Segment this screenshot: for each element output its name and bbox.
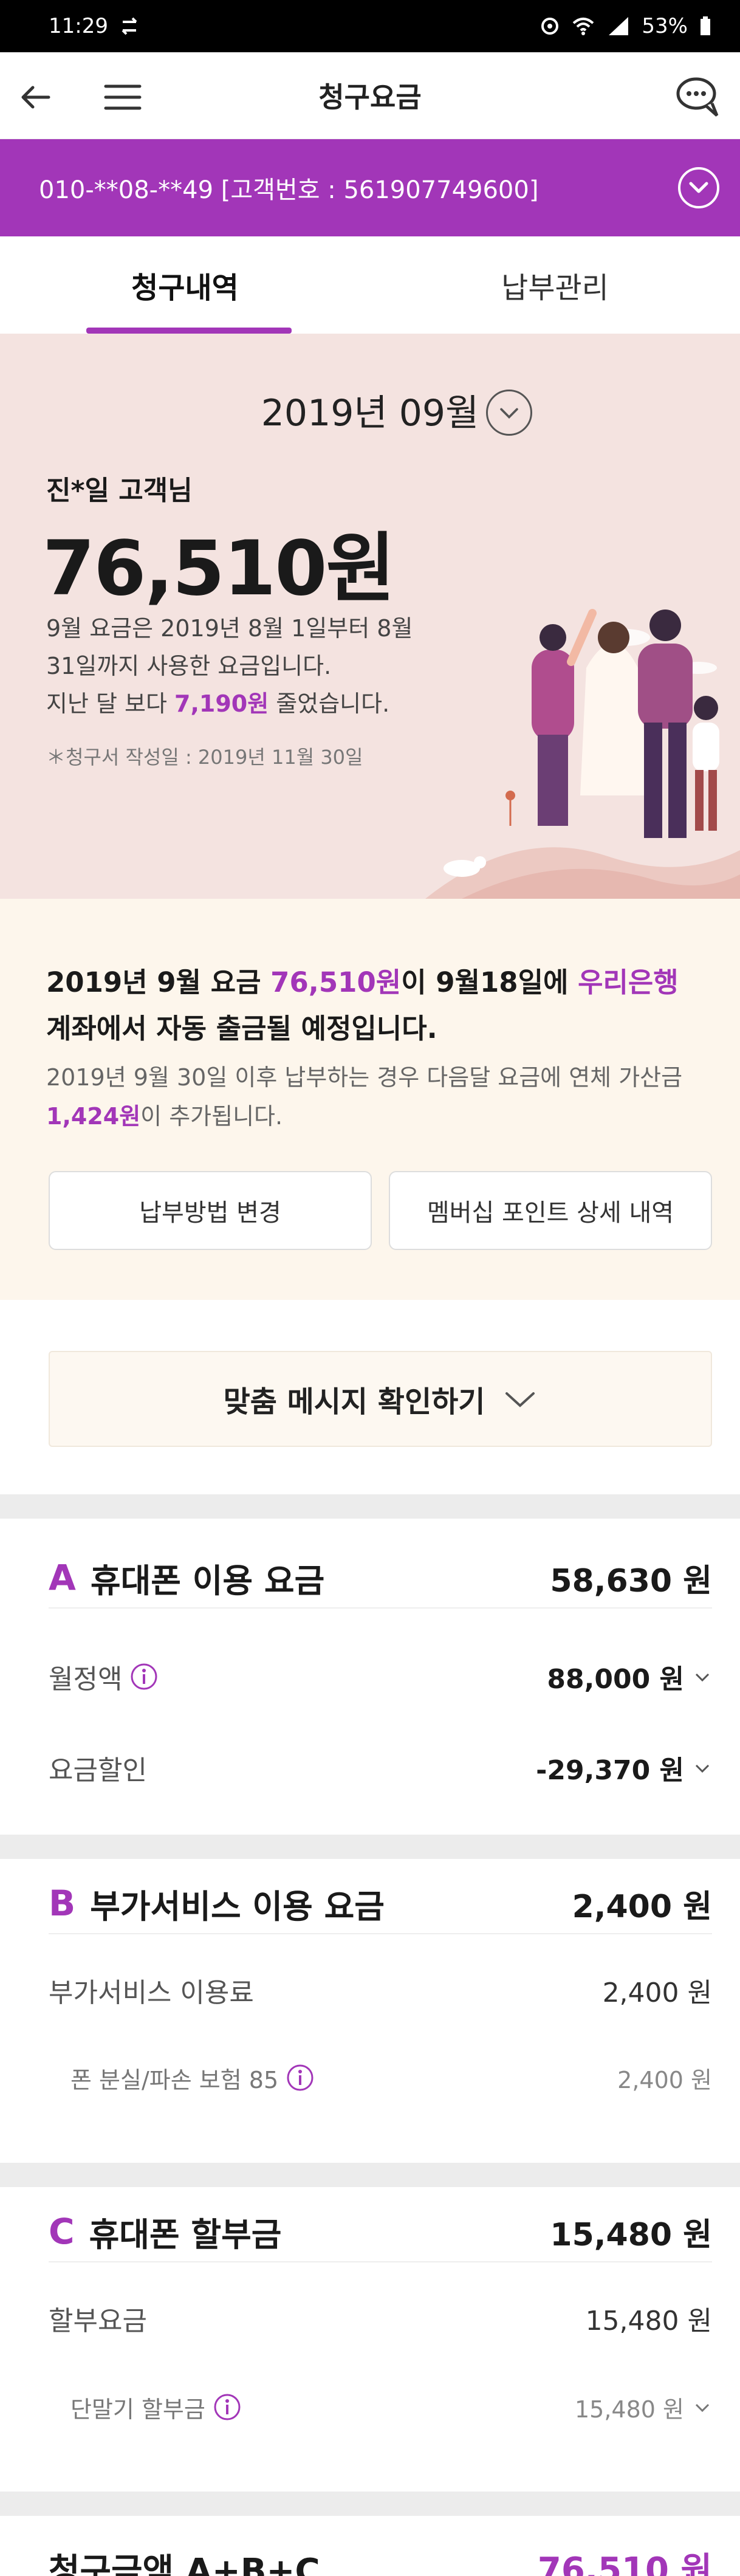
info-icon[interactable] bbox=[213, 2392, 242, 2422]
monthly-fee-row[interactable]: 월정액 88,000 원 bbox=[49, 1652, 712, 1701]
customer-name: 진*일 고객님 bbox=[46, 475, 193, 506]
chevron-down-icon bbox=[505, 1392, 535, 1407]
device-installment-value: 15,480 원 bbox=[574, 2396, 684, 2423]
custom-message-button[interactable]: 맞춤 메시지 확인하기 bbox=[49, 1351, 712, 1447]
chevron-down-icon bbox=[695, 2403, 710, 2413]
chevron-down-icon bbox=[689, 182, 708, 193]
hamburger-menu-icon[interactable] bbox=[103, 83, 142, 112]
bill-amount: 76,510원 bbox=[43, 525, 396, 613]
autopay-message: 2019년 9월 요금 76,510원이 9월18일에 우리은행계좌에서 자동 … bbox=[46, 960, 714, 1052]
phone-select-toggle[interactable] bbox=[678, 167, 719, 208]
battery-icon bbox=[701, 16, 710, 35]
change-payment-method-button[interactable]: 납부방법 변경 bbox=[49, 1171, 372, 1250]
insurance-value: 2,400 원 bbox=[617, 2066, 712, 2093]
insurance-row: 폰 분실/파손 보험 85 2,400 원 bbox=[49, 2053, 712, 2102]
late-fee-message: 2019년 9월 30일 이후 납부하는 경우 다음달 요금에 연체 가산금 1… bbox=[46, 1058, 714, 1136]
section-c-installments: C 휴대폰 할부금 15,480 원 할부요금 15,480 원 단말기 할부금 … bbox=[0, 2187, 740, 2491]
page-title: 청구요금 bbox=[318, 81, 422, 114]
bill-desc-line-2: 31일까지 사용한 요금입니다. bbox=[46, 653, 332, 679]
section-a-header: A 휴대폰 이용 요금 58,630 원 bbox=[49, 1548, 712, 1609]
bill-month[interactable]: 2019년 09월 bbox=[0, 383, 740, 436]
notice-text-1: 2019년 9월 요금 bbox=[46, 966, 271, 998]
monthly-fee-value: 88,000 원 bbox=[547, 1664, 684, 1695]
monthly-fee-label: 월정액 bbox=[49, 1664, 123, 1695]
bill-description: 9월 요금은 2019년 8월 1일부터 8월 31일까지 사용한 요금입니다.… bbox=[46, 610, 465, 723]
tab-payment-management[interactable]: 납부관리 bbox=[370, 236, 740, 334]
battery-percent: 53% bbox=[642, 14, 688, 38]
section-c-header: C 휴대폰 할부금 15,480 원 bbox=[49, 2202, 712, 2262]
section-divider bbox=[0, 1494, 740, 1519]
wifi-icon bbox=[573, 18, 594, 35]
installment-fee-row: 할부요금 15,480 원 bbox=[49, 2294, 712, 2343]
chevron-down-icon bbox=[695, 1764, 710, 1773]
addon-fee-row: 부가서비스 이용료 2,400 원 bbox=[49, 1966, 712, 2014]
late-fee-text-1: 2019년 9월 30일 이후 납부하는 경우 다음달 요금에 연체 가산금 bbox=[46, 1064, 683, 1091]
discount-label: 요금할인 bbox=[49, 1755, 147, 1786]
sync-icon bbox=[122, 17, 137, 35]
custom-message-label: 맞춤 메시지 확인하기 bbox=[223, 1385, 485, 1419]
status-time: 11:29 bbox=[49, 14, 108, 38]
device-installment-row[interactable]: 단말기 할부금 15,480 원 bbox=[49, 2383, 712, 2431]
bill-desc-line-3: 지난 달 보다 7,190원 줄었습니다. bbox=[46, 685, 465, 723]
desc-prefix: 지난 달 보다 bbox=[46, 690, 175, 717]
info-icon[interactable] bbox=[129, 1662, 159, 1691]
total-value: 76,510 원 bbox=[537, 2550, 712, 2576]
custom-message-area: 맞춤 메시지 확인하기 bbox=[0, 1300, 740, 1494]
tab-bar: 청구내역 납부관리 bbox=[0, 236, 740, 334]
family-illustration bbox=[425, 609, 740, 899]
chevron-down-icon bbox=[695, 1673, 710, 1682]
addon-fee-value: 2,400 원 bbox=[602, 1977, 712, 2008]
issue-date: ＊청구서 작성일 : 2019년 11월 30일 bbox=[46, 746, 363, 769]
notice-text-2: 이 9월18일에 bbox=[401, 966, 578, 998]
section-a-phone-usage: A 휴대폰 이용 요금 58,630 원 월정액 88,000 원 요금할인 -2… bbox=[0, 1519, 740, 1835]
notice-text-3: 계좌에서 자동 출금될 예정입니다. bbox=[46, 1012, 437, 1045]
signal-icon bbox=[609, 17, 629, 35]
autopay-notice: 2019년 9월 요금 76,510원이 9월18일에 우리은행계좌에서 자동 … bbox=[0, 899, 740, 1300]
section-b-letter: B bbox=[49, 1883, 76, 1924]
notice-bank: 우리은행 bbox=[578, 966, 679, 998]
info-icon[interactable] bbox=[286, 2063, 315, 2092]
section-c-title: 휴대폰 할부금 bbox=[89, 2215, 282, 2254]
section-a-title: 휴대폰 이용 요금 bbox=[90, 1561, 325, 1600]
section-a-total: 58,630 원 bbox=[550, 1562, 712, 1599]
bill-summary: 2019년 09월 진*일 고객님 76,510원 9월 요금은 2019년 8… bbox=[0, 334, 740, 899]
total-billing: 청구금액 A+B+C 76,510 원 bbox=[0, 2516, 740, 2576]
phone-number-text: 010-**08-**49 [고객번호 : 561907749600] bbox=[39, 176, 539, 204]
section-b-header: B 부가서비스 이용 요금 2,400 원 bbox=[49, 1874, 712, 1934]
installment-fee-value: 15,480 원 bbox=[585, 2306, 712, 2337]
section-divider bbox=[0, 2163, 740, 2187]
addon-fee-label: 부가서비스 이용료 bbox=[49, 1977, 254, 2008]
desc-suffix: 줄었습니다. bbox=[269, 690, 390, 717]
tab-billing-history[interactable]: 청구내역 bbox=[0, 236, 370, 334]
chatbot-icon[interactable] bbox=[674, 75, 723, 119]
membership-points-button[interactable]: 멤버십 포인트 상세 내역 bbox=[389, 1171, 712, 1250]
back-arrow-icon[interactable] bbox=[18, 79, 55, 115]
alarm-icon bbox=[541, 18, 559, 35]
insurance-label: 폰 분실/파손 보험 85 bbox=[70, 2066, 279, 2093]
section-b-title: 부가서비스 이용 요금 bbox=[90, 1887, 385, 1926]
bill-desc-line-1: 9월 요금은 2019년 8월 1일부터 8월 bbox=[46, 615, 413, 642]
device-installment-label: 단말기 할부금 bbox=[70, 2396, 205, 2423]
discount-row[interactable]: 요금할인 -29,370 원 bbox=[49, 1743, 712, 1792]
section-c-letter: C bbox=[49, 2211, 75, 2252]
discount-value: -29,370 원 bbox=[536, 1755, 684, 1786]
section-a-letter: A bbox=[49, 1557, 76, 1598]
section-b-total: 2,400 원 bbox=[572, 1888, 712, 1925]
installment-fee-label: 할부요금 bbox=[49, 2306, 147, 2337]
section-c-total: 15,480 원 bbox=[550, 2216, 712, 2253]
phone-number-bar[interactable]: 010-**08-**49 [고객번호 : 561907749600] bbox=[0, 139, 740, 236]
status-bar: 11:29 53% bbox=[0, 0, 740, 52]
month-select-chevron-icon[interactable] bbox=[486, 390, 532, 436]
section-divider bbox=[0, 2492, 740, 2516]
section-divider bbox=[0, 1835, 740, 1859]
decrease-amount: 7,190원 bbox=[174, 690, 269, 717]
late-fee-amount: 1,424원 bbox=[46, 1103, 141, 1130]
app-header: 청구요금 bbox=[0, 52, 740, 139]
late-fee-text-2: 이 추가됩니다. bbox=[140, 1103, 283, 1130]
notice-amount: 76,510원 bbox=[270, 966, 402, 998]
section-b-addon-services: B 부가서비스 이용 요금 2,400 원 부가서비스 이용료 2,400 원 폰… bbox=[0, 1859, 740, 2175]
total-label: 청구금액 A+B+C bbox=[49, 2552, 320, 2576]
